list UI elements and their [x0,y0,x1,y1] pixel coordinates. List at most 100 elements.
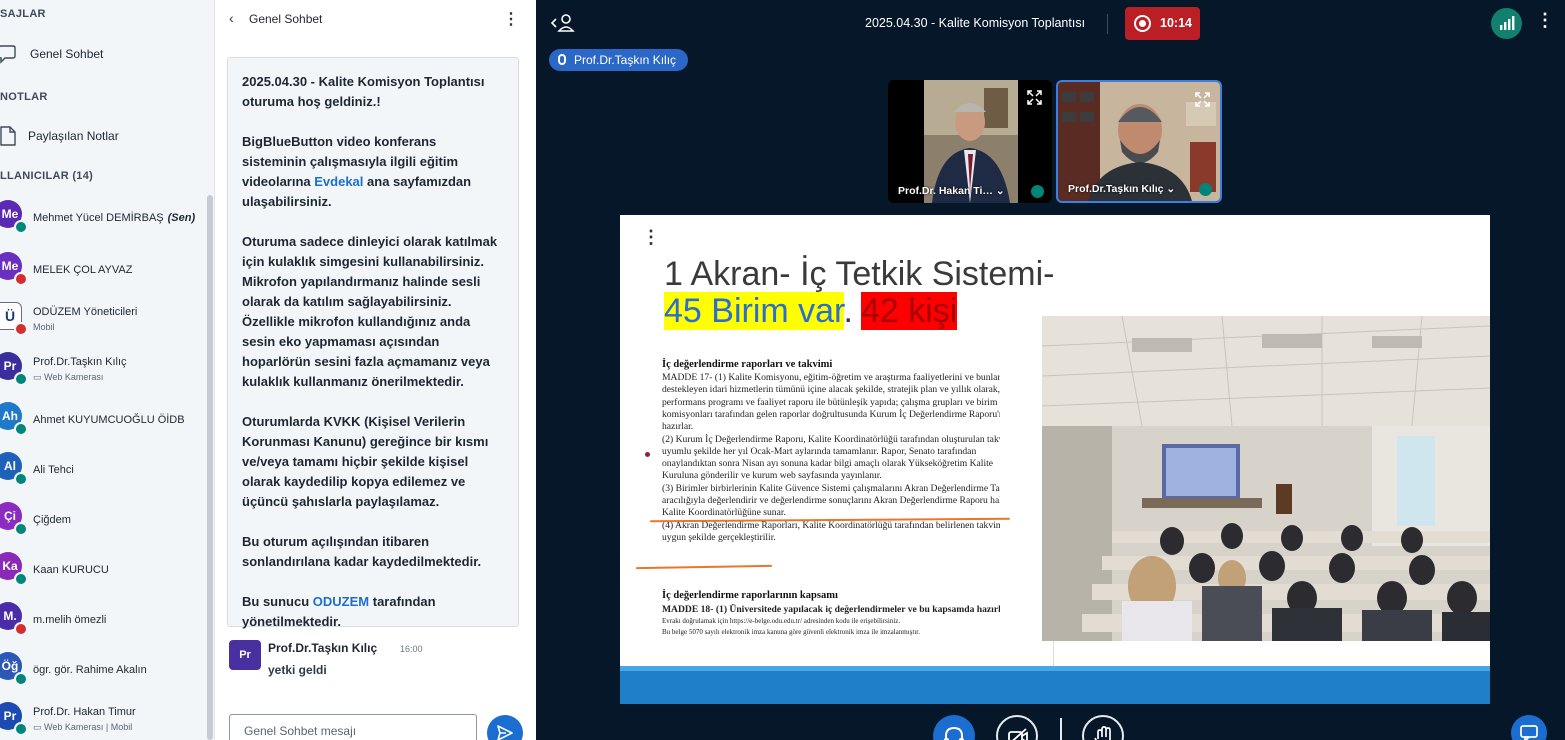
chat-header: ‹ Genel Sohbet ⋮ [215,0,537,38]
webcam-icon: ▭ [33,722,45,732]
webcam-button[interactable] [996,715,1038,740]
pen-annotation [635,564,773,570]
doc-line: performans programı ve faaliyet raporu i… [662,396,1000,408]
public-chat-label: Genel Sohbet [30,47,104,61]
user-list-item[interactable]: M. m.melih ömezli [0,594,206,642]
microphone-icon [558,54,566,65]
webcam-user-label[interactable]: Prof.Dr.Taşkın Kılıç ⌄ [1068,183,1175,195]
doc-line: aracılığıyla değerlendirir ve değerlendi… [662,495,1000,506]
user-list-toggle-icon[interactable] [550,12,576,34]
chevron-left-icon[interactable]: ‹ [229,10,234,26]
webcam-user-label[interactable]: Prof.Dr. Hakan Ti… ⌄ [898,185,1005,197]
microphone-icon [14,220,28,234]
chat-message-input[interactable] [229,714,477,740]
user-name: Ali Tehci [33,464,74,476]
doc-line: uygun şekilde gerçekleştirilir. [662,531,776,543]
webcam-tile[interactable]: Prof.Dr. Hakan Ti… ⌄ [888,80,1052,203]
user-status: ▭ Web Kamerası | Mobil [33,722,132,733]
welcome-p1: 2025.04.30 - Kalite Komisyon Toplantısı … [242,74,485,109]
oduzem-link[interactable]: ODUZEM [313,594,369,609]
chat-icon [1520,725,1538,740]
user-list-item[interactable]: Me MELEK ÇOL AYVAZ [0,244,206,292]
welcome-p3: Oturuma sadece dinleyici olarak katılmak… [242,234,498,389]
user-list-item[interactable]: Pr Prof.Dr.Taşkın Kılıç ▭ Web Kamerası [0,344,206,392]
user-name-text: Prof.Dr.Taşkın Kılıç [33,356,127,368]
send-message-button[interactable] [487,715,523,740]
user-name: m.melih ömezli [33,614,106,626]
user-name: ögr. gör. Rahime Akalın [33,664,147,676]
you-tag: (Sen) [167,212,196,224]
microphone-icon [14,372,28,386]
microphone-icon [1031,185,1044,198]
slide-title-line2: 45 Birim var. 42 kişi [664,292,958,331]
talking-indicator[interactable]: Prof.Dr.Taşkın Kılıç [549,49,689,71]
user-name: Çiğdem [33,514,71,526]
shared-notes-nav-item[interactable]: Paylaşılan Notlar [0,119,214,153]
meeting-main-area: 2025.04.30 - Kalite Komisyon Toplantısı … [536,0,1565,740]
chat-toggle-button[interactable] [1511,715,1547,740]
doc-line: MADDE 17- (1) Kalite Komisyonu, eğitim-ö… [662,372,1000,383]
highlight-people: 42 kişi [860,292,958,330]
public-chat-nav-item[interactable]: Genel Sohbet [0,37,214,71]
shared-notes-label: Paylaşılan Notlar [28,129,119,143]
fullscreen-icon[interactable] [1195,92,1210,107]
webcam-tile[interactable]: Prof.Dr.Taşkın Kılıç ⌄ [1056,80,1222,203]
connection-status-button[interactable] [1491,8,1522,39]
doc-line: Kalite Koordinatörlüğüne sunar. [662,507,786,519]
highlight-units: 45 Birim var [664,292,844,330]
webcam-icon: ▭ [33,372,45,382]
user-status: ▭ Web Kamerası [33,372,103,383]
welcome-p4: Oturumlarda KVKK (Kişisel Verilerin Koru… [242,414,489,509]
users-section-title: LLANICILAR (14) [0,170,94,182]
doc-heading: İç değerlendirme raporlarının kapsamı [662,590,838,601]
user-list-item[interactable]: Öğ ögr. gör. Rahime Akalın [0,644,206,692]
recording-indicator[interactable]: 10:14 [1125,7,1200,40]
user-name: Mehmet Yücel DEMİRBAŞ (Sen) [33,212,195,224]
microphone-muted-icon [14,322,28,336]
microphone-icon [14,422,28,436]
presentation-options-icon[interactable]: ⋮ [642,227,660,248]
welcome-p5: Bu oturum açılışından itibaren sonlandır… [242,534,482,569]
user-list-scrollbar[interactable] [207,195,213,740]
user-list-item[interactable]: Çi Çiğdem [0,494,206,542]
avatar: Pr [229,640,261,670]
recording-time: 10:14 [1160,16,1192,30]
meeting-room-photo [1042,316,1490,641]
camera-off-icon [1008,728,1028,740]
user-name: Ahmet KUYUMCUOĞLU ÖİDB [33,414,185,426]
doc-line: Kuruluna gönderilir ve kurum web sayfası… [662,470,882,482]
message-time: 16:00 [400,644,423,654]
user-list-item[interactable]: Ka Kaan KURUCU [0,544,206,592]
user-name-text: Prof.Dr. Hakan Timur [33,706,136,718]
more-vertical-icon[interactable]: ⋮ [503,9,519,29]
raise-hand-button[interactable] [1082,715,1124,740]
user-status-text: Web Kamerası | Mobil [44,722,133,732]
notes-section-title: NOTLAR [0,91,48,103]
user-list-item[interactable]: Me Mehmet Yücel DEMİRBAŞ (Sen) [0,192,206,240]
slide-title-separator: . [843,292,853,330]
user-list-item[interactable]: Al Ali Tehci [0,444,206,492]
microphone-muted-icon [14,622,28,636]
signal-bars-icon [1500,16,1515,30]
options-menu-icon[interactable]: ⋮ [1536,10,1554,31]
audio-button[interactable] [933,715,975,740]
doc-line: hazırlar. [662,421,694,433]
fullscreen-icon[interactable] [1027,90,1042,105]
title-divider [1107,14,1108,34]
user-name: Prof.Dr. Hakan Timur [33,706,136,718]
chat-bubble-icon [0,45,16,64]
user-name: ODÜZEM Yöneticileri [33,306,137,318]
doc-line: destekleyen idari hizmetlerin tümünü içi… [662,384,1000,396]
presentation-slide: ⋮ 1 Akran- İç Tetkik Sistemi- 45 Birim v… [620,215,1490,704]
evdekal-link[interactable]: Evdekal [314,174,363,189]
user-name-text: ögr. gör. Rahime Akalın [33,664,147,676]
doc-line: MADDE 18- (1) Üniversitede yapılacak iç … [662,604,1000,615]
doc-footer: Bu belge 5070 sayılı elektronik imza kan… [662,628,920,636]
user-list-item[interactable]: Pr Prof.Dr. Hakan Timur ▭ Web Kamerası | M… [0,694,206,740]
doc-line: komisyonları tarafından gelen raporlar d… [662,408,1000,420]
user-list-item[interactable]: Ah Ahmet KUYUMCUOĞLU ÖİDB [0,394,206,442]
send-icon [497,725,513,740]
user-list-item[interactable]: Ü ODÜZEM Yöneticileri Mobil [0,294,206,342]
microphone-icon [14,672,28,686]
welcome-p2: BigBlueButton video konferans sisteminin… [242,132,504,212]
